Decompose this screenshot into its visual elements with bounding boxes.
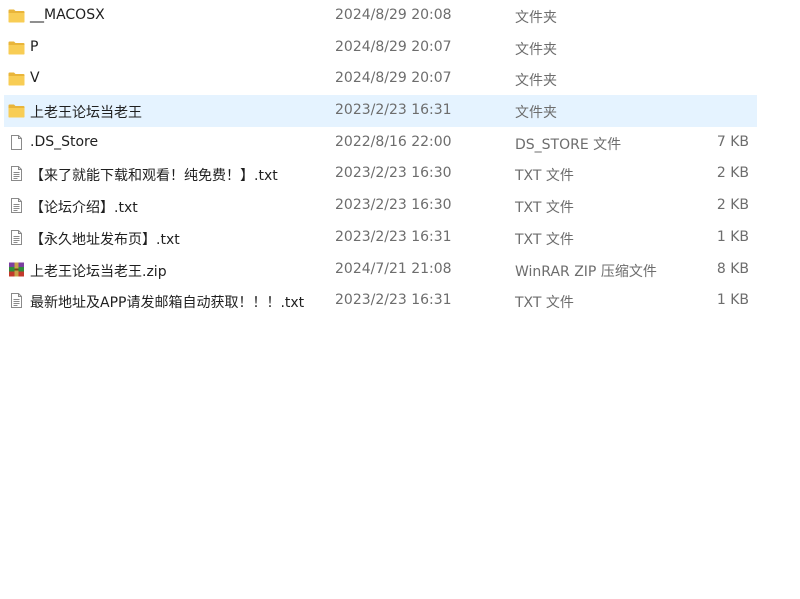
file-size: 7 KB [716,133,749,150]
file-type: 文件夹 [515,41,557,58]
file-name: V [30,70,40,87]
text-file-icon [8,198,25,214]
file-type: TXT 文件 [515,168,574,185]
file-row-free-download-txt[interactable]: 【来了就能下载和观看！纯免费！】.txt 2023/2/23 16:30 TXT… [4,158,757,190]
file-date: 2023/2/23 16:30 [335,165,452,182]
file-type: 文件夹 [515,73,557,90]
folder-icon [8,8,25,23]
file-name: 上老王论坛当老王.zip [30,263,167,280]
file-name: 上老王论坛当老王 [30,105,142,122]
file-type: DS_STORE 文件 [515,136,622,153]
file-size: 2 KB [716,197,749,214]
file-type: WinRAR ZIP 压缩文件 [515,263,657,280]
file-list-empty-area[interactable] [0,318,800,599]
file-name: .DS_Store [30,133,99,150]
file-date: 2023/2/23 16:31 [335,102,452,119]
file-size: 1 KB [716,228,749,245]
folder-icon [8,103,25,118]
file-date: 2023/2/23 16:31 [335,228,452,245]
file-name: 【永久地址发布页】.txt [30,231,180,248]
file-list: __MACOSX 2024/8/29 20:08 文件夹 P 2024/8/29… [0,0,800,317]
file-date: 2024/8/29 20:07 [335,38,452,55]
file-row-ds-store[interactable]: .DS_Store 2022/8/16 22:00 DS_STORE 文件 7 … [4,127,757,159]
file-row-laowang-zip[interactable]: 上老王论坛当老王.zip 2024/7/21 21:08 WinRAR ZIP … [4,254,757,286]
file-date: 2024/8/29 20:08 [335,7,452,23]
file-type: TXT 文件 [515,200,574,217]
file-row-forum-intro-txt[interactable]: 【论坛介绍】.txt 2023/2/23 16:30 TXT 文件 2 KB [4,190,757,222]
file-row-p[interactable]: P 2024/8/29 20:07 文件夹 [4,32,757,64]
text-file-icon [8,166,25,182]
file-row-macosx[interactable]: __MACOSX 2024/8/29 20:08 文件夹 [4,0,757,32]
file-name: P [30,38,39,55]
file-date: 2023/2/23 16:30 [335,197,452,214]
file-type: 文件夹 [515,10,557,26]
folder-icon [8,40,25,55]
file-type: TXT 文件 [515,231,574,248]
file-date: 2024/7/21 21:08 [335,260,452,277]
file-date: 2022/8/16 22:00 [335,133,452,150]
file-name: 最新地址及APP请发邮箱自动获取！！！.txt [30,295,305,312]
file-name: __MACOSX [30,7,105,23]
file-type: 文件夹 [515,105,557,122]
text-file-icon [8,293,25,309]
folder-icon [8,71,25,86]
file-size: 8 KB [716,260,749,277]
file-icon [8,134,25,150]
file-size: 2 KB [716,165,749,182]
winrar-archive-icon [8,262,25,277]
file-row-laowang-folder[interactable]: 上老王论坛当老王 2023/2/23 16:31 文件夹 [4,95,757,127]
file-date: 2024/8/29 20:07 [335,70,452,87]
file-date: 2023/2/23 16:31 [335,292,452,309]
file-size: 1 KB [716,292,749,309]
file-name: 【论坛介绍】.txt [30,200,138,217]
text-file-icon [8,229,25,245]
file-row-v[interactable]: V 2024/8/29 20:07 文件夹 [4,63,757,95]
file-row-permanent-address-txt[interactable]: 【永久地址发布页】.txt 2023/2/23 16:31 TXT 文件 1 K… [4,222,757,254]
file-name: 【来了就能下载和观看！纯免费！】.txt [30,168,278,185]
file-row-latest-address-txt[interactable]: 最新地址及APP请发邮箱自动获取！！！.txt 2023/2/23 16:31 … [4,285,757,317]
file-type: TXT 文件 [515,295,574,312]
